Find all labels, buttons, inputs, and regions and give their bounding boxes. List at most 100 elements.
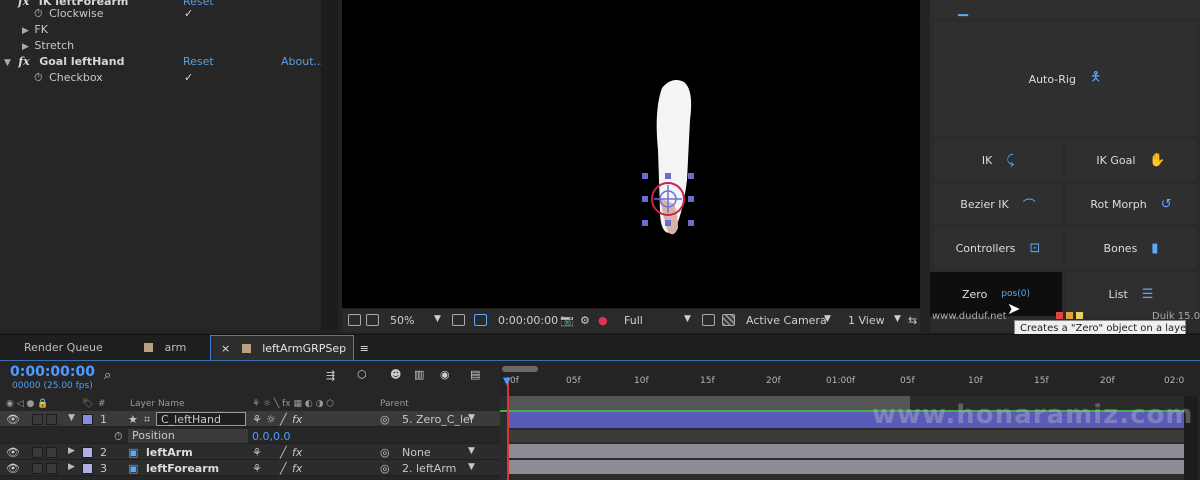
region-of-interest-icon[interactable] [702, 314, 715, 326]
monitor-icon[interactable] [366, 314, 379, 326]
clockwise-checkbox[interactable]: ✓ [184, 6, 193, 22]
draft-3d-icon[interactable]: ⬡ [357, 368, 367, 381]
composition-viewer[interactable] [342, 0, 920, 308]
tab-menu-icon[interactable]: ≡ [360, 342, 369, 355]
chevron-down-icon[interactable]: ▼ [824, 314, 831, 324]
view-layout-select[interactable]: 1 View [848, 314, 885, 327]
chevron-down-icon[interactable]: ▼ [894, 314, 901, 324]
solo-toggle[interactable] [32, 463, 43, 474]
stopwatch-icon[interactable]: ⏱ [34, 71, 43, 84]
camera-select[interactable]: Active Camera [746, 314, 827, 327]
label-color-swatch[interactable] [82, 447, 93, 458]
layer-row[interactable]: 👁 ▼ 1 ★ ⌗ C_leftHand ⚘ ☼ ╱ fx ◎ 5. Zero_… [0, 411, 500, 427]
resolution-select[interactable]: Full [624, 314, 643, 327]
bones-button[interactable]: Bones ▮ [1066, 228, 1196, 268]
effects-scrollbar[interactable] [322, 0, 338, 330]
time-ruler[interactable]: 0f 05f 10f 15f 20f 01:00f 05f 10f 15f 20… [500, 364, 1200, 396]
tab-leftarmgrpsep[interactable]: × leftArmGRPSep ≡ [210, 335, 369, 361]
effect-switch-icon[interactable]: fx [292, 446, 302, 459]
triangle-right-icon[interactable]: ▶ [22, 26, 29, 36]
quality-switch-icon[interactable]: ╱ [280, 413, 287, 426]
autorig-button[interactable]: Auto-Rig 🯅 [934, 22, 1196, 136]
rot-morph-button[interactable]: Rot Morph ↺ [1066, 184, 1196, 224]
pickwhip-icon[interactable]: ◎ [380, 413, 390, 426]
eye-icon[interactable]: 👁 [6, 413, 20, 426]
effect-switch-icon[interactable]: fx [292, 462, 302, 475]
search-icon[interactable]: ⌕ [104, 368, 111, 383]
shy-switch-icon[interactable]: ⚘ [252, 413, 262, 426]
graph-editor-icon[interactable]: ▤ [470, 368, 480, 381]
goal-checkbox[interactable]: ✓ [184, 70, 193, 86]
collapse-switch-icon[interactable]: ☼ [266, 413, 276, 426]
chevron-down-icon[interactable]: ▼ [684, 314, 691, 324]
duduf-website-link[interactable]: www.duduf.net [932, 311, 1007, 322]
label-color-swatch[interactable] [82, 463, 93, 474]
layer-bar[interactable] [508, 444, 1190, 458]
effect-goal-reset-link[interactable]: Reset [183, 54, 214, 70]
pixel-aspect-icon[interactable]: ⇆ [908, 314, 917, 327]
shy-switch-icon[interactable]: ⚘ [252, 446, 262, 459]
tab-render-queue[interactable]: Render Queue [14, 335, 134, 361]
solo-toggle[interactable] [32, 447, 43, 458]
stretch-group-row[interactable]: ▶ Stretch [22, 38, 74, 54]
ik-button[interactable]: IK ⤹ [934, 140, 1062, 180]
effect-switch-icon[interactable]: fx [292, 413, 302, 426]
camera-snapshot-icon[interactable]: 📷 [560, 314, 574, 327]
ik-goal-button[interactable]: IK Goal ✋ [1066, 140, 1196, 180]
shy-icon[interactable]: ☻ [390, 368, 401, 381]
fk-group-row[interactable]: ▶ FK [22, 22, 48, 38]
checkerboard-icon[interactable] [722, 314, 735, 326]
color-channels-icon[interactable]: ● [598, 314, 608, 327]
triangle-down-icon[interactable]: ▼ [68, 413, 75, 423]
color-swatch-orange[interactable] [1066, 312, 1073, 319]
color-swatch-red[interactable] [1056, 312, 1063, 319]
layer-name-column-header[interactable]: Layer Name [130, 399, 185, 409]
color-swatch-yellow[interactable] [1076, 312, 1083, 319]
layer-name[interactable]: leftForearm [146, 462, 219, 475]
chevron-down-icon[interactable]: ▼ [468, 462, 475, 472]
list-button[interactable]: List ☰ [1066, 272, 1196, 316]
duik-top-icon[interactable]: ▁ [958, 2, 968, 17]
parent-select[interactable]: 2. leftArm [402, 462, 456, 475]
show-snapshot-icon[interactable]: ⚙ [580, 314, 590, 327]
zero-button[interactable]: Zero pos(0) [930, 272, 1062, 316]
parent-select[interactable]: 5. Zero_C_lef [402, 413, 474, 426]
frame-blending-icon[interactable]: ▥ [414, 368, 424, 381]
solo-toggle[interactable] [32, 414, 43, 425]
eye-icon[interactable]: 👁 [6, 462, 20, 475]
effect-goal-about-link[interactable]: About... [281, 54, 324, 70]
chevron-down-icon[interactable]: ▼ [468, 413, 475, 423]
work-area-range[interactable] [508, 396, 910, 410]
lock-toggle[interactable] [46, 463, 57, 474]
chevron-down-icon[interactable]: ▼ [468, 446, 475, 456]
layer-name-input[interactable]: C_leftHand [156, 412, 246, 426]
quality-switch-icon[interactable]: ╱ [280, 462, 287, 475]
viewer-timecode[interactable]: 0:00:00:00 [498, 314, 558, 327]
zoom-select[interactable]: 50% [390, 314, 414, 327]
triangle-right-icon[interactable]: ▶ [68, 462, 75, 472]
motion-blur-icon[interactable]: ◉ [440, 368, 450, 381]
layer-row[interactable]: 👁 ▶ 2 ▣ leftArm ⚘ ╱ fx ◎ None ▼ [0, 444, 500, 460]
layer-bar[interactable] [508, 460, 1190, 474]
stopwatch-icon[interactable]: ⏱ [114, 430, 123, 444]
timeline-timecode[interactable]: 0:00:00:00 [10, 364, 95, 380]
layer-row[interactable]: 👁 ▶ 3 ▣ leftForearm ⚘ ╱ fx ◎ 2. leftArm … [0, 460, 500, 476]
pickwhip-icon[interactable]: ◎ [380, 462, 390, 475]
comp-mini-flowchart-icon[interactable]: ⇶ [326, 369, 335, 382]
position-value[interactable]: 0.0,0.0 [252, 430, 290, 443]
lock-toggle[interactable] [46, 414, 57, 425]
tab-arm[interactable]: arm [134, 335, 210, 361]
pickwhip-icon[interactable]: ◎ [380, 446, 390, 459]
layer-name[interactable]: leftArm [146, 446, 193, 459]
stopwatch-icon[interactable]: ⏱ [34, 7, 43, 20]
chevron-down-icon[interactable]: ▼ [434, 314, 441, 324]
triangle-down-icon[interactable]: ▼ [4, 58, 11, 68]
close-tab-icon[interactable]: × [221, 342, 230, 355]
eye-icon[interactable]: 👁 [6, 446, 20, 459]
always-preview-icon[interactable] [348, 314, 361, 326]
label-color-swatch[interactable] [82, 414, 93, 425]
transparency-grid-icon[interactable] [474, 314, 487, 326]
bezier-ik-button[interactable]: Bezier IK ⌒ [934, 184, 1062, 224]
lock-toggle[interactable] [46, 447, 57, 458]
shy-switch-icon[interactable]: ⚘ [252, 462, 262, 475]
